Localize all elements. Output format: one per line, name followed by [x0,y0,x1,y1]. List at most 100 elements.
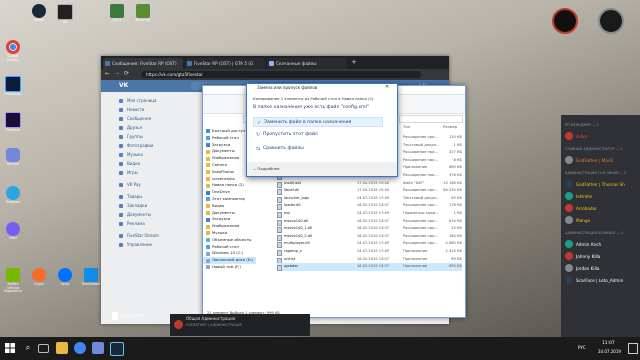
nav-item[interactable]: Новый том (F:) [203,264,256,271]
vk-nav-item[interactable]: Игры [119,168,189,177]
member-item[interactable]: ScarFace | Leto_Admin [565,275,639,285]
desktop-icon-gta[interactable]: GTA V [106,4,128,23]
steam-taskbar-icon[interactable] [110,342,124,356]
reload-icon[interactable]: ⟳ [124,70,129,77]
notification-icon[interactable] [628,343,638,354]
new-tab-button[interactable]: + [351,58,357,67]
file-row[interactable]: libcef.dll 17.04.2019 15:40 Расширение при… [277,187,462,196]
nav-item[interactable]: Локальный диск (D:) [203,257,256,264]
browser-tab[interactable]: Скачанные файлы [267,58,347,69]
vk-nav-item[interactable]: Документы [119,210,189,219]
language-indicator[interactable]: РУС [578,345,586,350]
chrome-taskbar-icon[interactable] [74,342,86,354]
forward-icon[interactable]: → [114,70,119,77]
browser-tab[interactable]: Сообщения: FiveStar RP (OST) [103,58,183,69]
vk-nav-label: Видео [127,161,141,166]
config-taskbar-item[interactable]: config.xml [112,311,156,321]
vk-logo-icon[interactable]: VK [119,82,141,90]
file-date: 16.02.2019 13:07 [357,226,390,231]
vk-nav-item[interactable]: Реклама [119,219,189,228]
column-header-size[interactable]: Размер [443,124,457,130]
nav-item[interactable]: Загрузки [203,216,256,223]
member-item[interactable]: Arbor [565,131,639,141]
nav-item[interactable]: Этот компьютер [203,196,256,203]
vk-nav-item[interactable]: Друзья [119,123,189,132]
file-row[interactable]: uninst 16.02.2019 13:07 Приложение 89 КБ [277,256,462,264]
nav-item[interactable]: Windows 10 (C:) [203,250,256,257]
nav-item[interactable]: OneDrive [203,189,256,196]
vk-nav-item[interactable]: Музыка [119,150,189,159]
back-icon[interactable]: ← [105,70,110,77]
nav-label: Рабочий стол [212,134,239,140]
desktop-icon-photoshop[interactable]: Photoshop [2,76,24,97]
file-row[interactable]: icudtl.dat 17.04.2019 15:40 Файл "DAT" 10 1… [277,180,462,188]
nav-item[interactable]: Документы [203,210,256,217]
desktop-icon-minecraft[interactable]: Minecraft [132,4,154,23]
desktop-icon-uplay[interactable]: Uplay [54,268,76,287]
nav-item[interactable]: Объемные объекты [203,237,256,244]
nav-item[interactable]: Изображения [203,223,256,230]
file-row[interactable]: msvcp140_1.dll 16.02.2019 13:07 Расширение… [277,225,462,234]
vk-nav-item[interactable]: Фотографии [119,141,189,150]
member-item[interactable]: GodFather | Thomas Sh [565,179,639,189]
discord-taskbar-icon[interactable] [92,342,104,354]
desktop-icon-telegram[interactable]: Telegram [2,186,24,205]
clock-date[interactable]: 24.07.2019 [598,349,621,354]
column-header-type[interactable]: Тип [403,124,410,130]
file-row[interactable]: updater 16.02.2019 13:07 Приложение 895 КБ [277,263,462,272]
file-row[interactable]: ragemp_v 24.07.2019 17:49 Приложение 2 415 … [277,248,462,256]
clock-time[interactable]: 11:07 [602,341,615,346]
vk-nav-item[interactable]: Товары [119,192,189,201]
desktop-icon-vr[interactable]: VR [54,4,76,25]
explorer-search-input[interactable] [399,115,463,123]
compare-files-option[interactable]: ⇆ Сравнить файлы [253,144,383,154]
skip-file-option[interactable]: ↻ Пропустить этот файл [253,130,383,140]
file-row[interactable]: msvcp140.dll 16.02.2019 13:07 Расширение п… [277,218,462,226]
file-row[interactable]: launcher_logs 24.07.2019 17:49 Текстовый д… [277,195,462,203]
member-item[interactable]: Johnny Killa [565,251,639,261]
nav-item[interactable]: Видео [203,203,256,210]
vk-nav-item[interactable]: Группы [119,132,189,141]
address-input[interactable]: https://vk.com/gta5fivestar [141,71,421,78]
vk-nav-item[interactable]: Сообщения [119,114,189,123]
member-item[interactable]: GodFather | MacFi [565,155,639,165]
desktop-icon-premiere[interactable]: Premiere [2,112,24,133]
drive-icon [206,258,210,263]
vk-nav-item[interactable]: Новости [119,105,189,114]
vk-nav-item[interactable]: Моя страница [119,96,189,105]
member-item[interactable]: Mango [565,215,639,225]
search-icon[interactable]: ⌕ [22,342,34,354]
desktop-icon-discord[interactable]: Discord [2,148,24,167]
file-date: 16.02.2019 13:07 [357,233,390,238]
member-item[interactable]: Arrobador [565,203,639,213]
member-item[interactable]: Jordan Killa [565,263,639,273]
file-row[interactable]: msvcp140_2.dll 16.02.2019 13:07 Расширение… [277,233,462,241]
vk-nav-item[interactable]: VK Pay [119,180,189,189]
start-button[interactable] [5,343,15,353]
vk-nav-item[interactable]: FiveStar Stream [119,231,189,240]
member-name: ScarFace | Leto_Admin [576,277,624,283]
nav-item[interactable]: Музыка [203,230,256,237]
desktop-icon-nvidia[interactable]: NVIDIA GeForce Experience [2,268,24,294]
vk-nav-item[interactable]: Управление [119,240,189,249]
vk-nav-item[interactable]: Видео [119,159,189,168]
details-toggle[interactable]: ⌄ Подробнее [253,166,279,171]
file-row[interactable]: multiplayer.dll 24.07.2019 17:49 Расширени… [277,240,462,249]
member-item[interactable]: Admin Anch [565,239,639,249]
desktop-icon-origin[interactable]: Origin [28,268,50,287]
explorer-taskbar-icon[interactable] [56,342,68,354]
desktop-icon-viber[interactable]: Viber [2,222,24,241]
nav-item[interactable]: Новая папка (2) [203,182,256,189]
desktop-icon-chrome[interactable]: Google Chrome [2,40,24,62]
vk-nav-item[interactable]: Закладки [119,201,189,210]
file-row[interactable]: loader.dll 16.02.2019 13:07 Расширение при… [277,202,462,211]
replace-file-option[interactable]: ✓ Заменить файл в папке назначения [253,117,383,127]
task-view-icon[interactable] [38,344,49,353]
desktop-icon-teamviewer[interactable]: TeamViewer [80,268,102,287]
close-icon[interactable]: ✕ [385,84,389,90]
member-item[interactable]: lettrelle [565,191,639,201]
file-row[interactable]: mp 24.07.2019 17:49 Параметры конф... 1 КБ [277,210,462,218]
desktop-icon-steam[interactable]: Steam [28,4,50,23]
browser-tab[interactable]: FiveStar RP (OST) | GTA 5 (G [185,58,265,69]
nav-item[interactable]: Рабочий стол [203,244,256,251]
